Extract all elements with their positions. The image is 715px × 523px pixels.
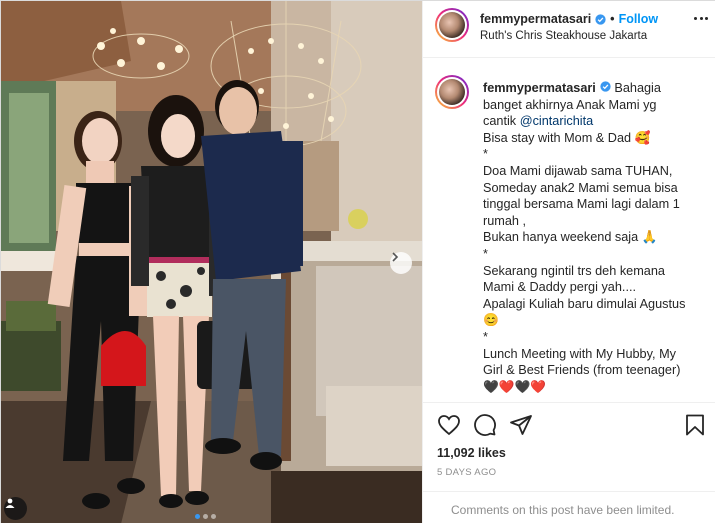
post-caption: femmypermatasari Bahagia banget akhirnya… [483, 80, 713, 395]
caption-text: Bahagia [614, 81, 661, 95]
location-link[interactable]: Ruth's Chris Steakhouse Jakarta [480, 30, 647, 42]
follow-button[interactable]: Follow [619, 12, 659, 26]
caption-line: * [483, 246, 488, 261]
caption-line: femmypermatasari Bahagia [483, 80, 713, 97]
caption-avatar[interactable] [435, 75, 469, 109]
avatar-ring [437, 10, 467, 40]
caption-line: banget akhirnya Anak Mami yg [483, 97, 657, 112]
post-photo[interactable] [1, 1, 422, 523]
caption-line: 🖤❤️🖤❤️ [483, 379, 547, 394]
photo-illustration [1, 1, 422, 523]
caption-line: * [483, 329, 488, 344]
user-tag-icon [5, 498, 15, 508]
caption-line: Lunch Meeting with My Hubby, My [483, 346, 676, 361]
caption-username[interactable]: femmypermatasari [483, 81, 596, 95]
caption-line: tinggal bersama Mami lagi dalam 1 [483, 197, 680, 212]
caption-line: Apalagi Kuliah baru dimulai Agustus [483, 296, 686, 311]
actions-area: 11,092 likes 5 DAYS AGO Comments on this… [423, 402, 715, 523]
header-username[interactable]: femmypermatasari [480, 12, 591, 26]
caption-line: Sekarang ngintil trs deh kemana [483, 263, 665, 278]
header-user-row: femmypermatasari • Follow [480, 12, 658, 26]
heart-icon[interactable] [437, 413, 461, 437]
more-icon-dot [705, 17, 708, 20]
tagged-users-button[interactable] [4, 497, 27, 520]
carousel-dot [203, 514, 208, 519]
caption-line: Mami & Daddy pergi yah.... [483, 280, 637, 295]
caption-text: cantik [483, 114, 517, 129]
chevron-right-icon [392, 252, 399, 262]
caption-line: Doa Mami dijawab sama TUHAN, [483, 163, 673, 178]
caption-line: Someday anak2 Mami semua bisa [483, 180, 678, 195]
caption-line: Bisa stay with Mom & Dad 🥰 [483, 130, 651, 145]
bookmark-icon[interactable] [683, 413, 707, 437]
post-sidebar: femmypermatasari • Follow Ruth's Chris S… [422, 1, 715, 523]
avatar[interactable] [435, 8, 469, 42]
caption-line: rumah , [483, 213, 527, 228]
caption-line: Girl & Best Friends (from teenager) [483, 363, 681, 378]
mention-link[interactable]: @cintarichita [520, 114, 594, 128]
carousel-dot [211, 514, 216, 519]
avatar-image [439, 12, 465, 38]
next-photo-button[interactable] [390, 252, 412, 274]
avatar-image [439, 79, 465, 105]
comment-icon[interactable] [473, 413, 497, 437]
post-header: femmypermatasari • Follow Ruth's Chris S… [423, 1, 715, 58]
verified-icon [595, 13, 606, 25]
carousel-dot-active [195, 514, 200, 519]
carousel-indicator [195, 514, 216, 519]
more-icon-dot [699, 17, 703, 20]
caption-line: cantik @cintarichita [483, 113, 713, 130]
verified-icon [600, 81, 611, 92]
more-options-button[interactable] [694, 17, 710, 23]
share-icon[interactable] [509, 413, 533, 437]
post-date[interactable]: 5 DAYS AGO [437, 467, 496, 478]
header-separator: • [610, 12, 615, 26]
comments-limited-notice: Comments on this post have been limited. [423, 491, 715, 523]
caption-line: * [483, 147, 488, 162]
avatar-ring [437, 77, 467, 107]
likes-count[interactable]: 11,092 likes [437, 446, 506, 460]
caption-area: femmypermatasari Bahagia banget akhirnya… [423, 59, 715, 402]
action-bar [437, 413, 707, 439]
caption-line: Bukan hanya weekend saja 🙏 [483, 230, 658, 245]
instagram-post: femmypermatasari • Follow Ruth's Chris S… [0, 0, 715, 523]
caption-line: 😊 [483, 313, 499, 328]
more-icon [694, 17, 697, 20]
